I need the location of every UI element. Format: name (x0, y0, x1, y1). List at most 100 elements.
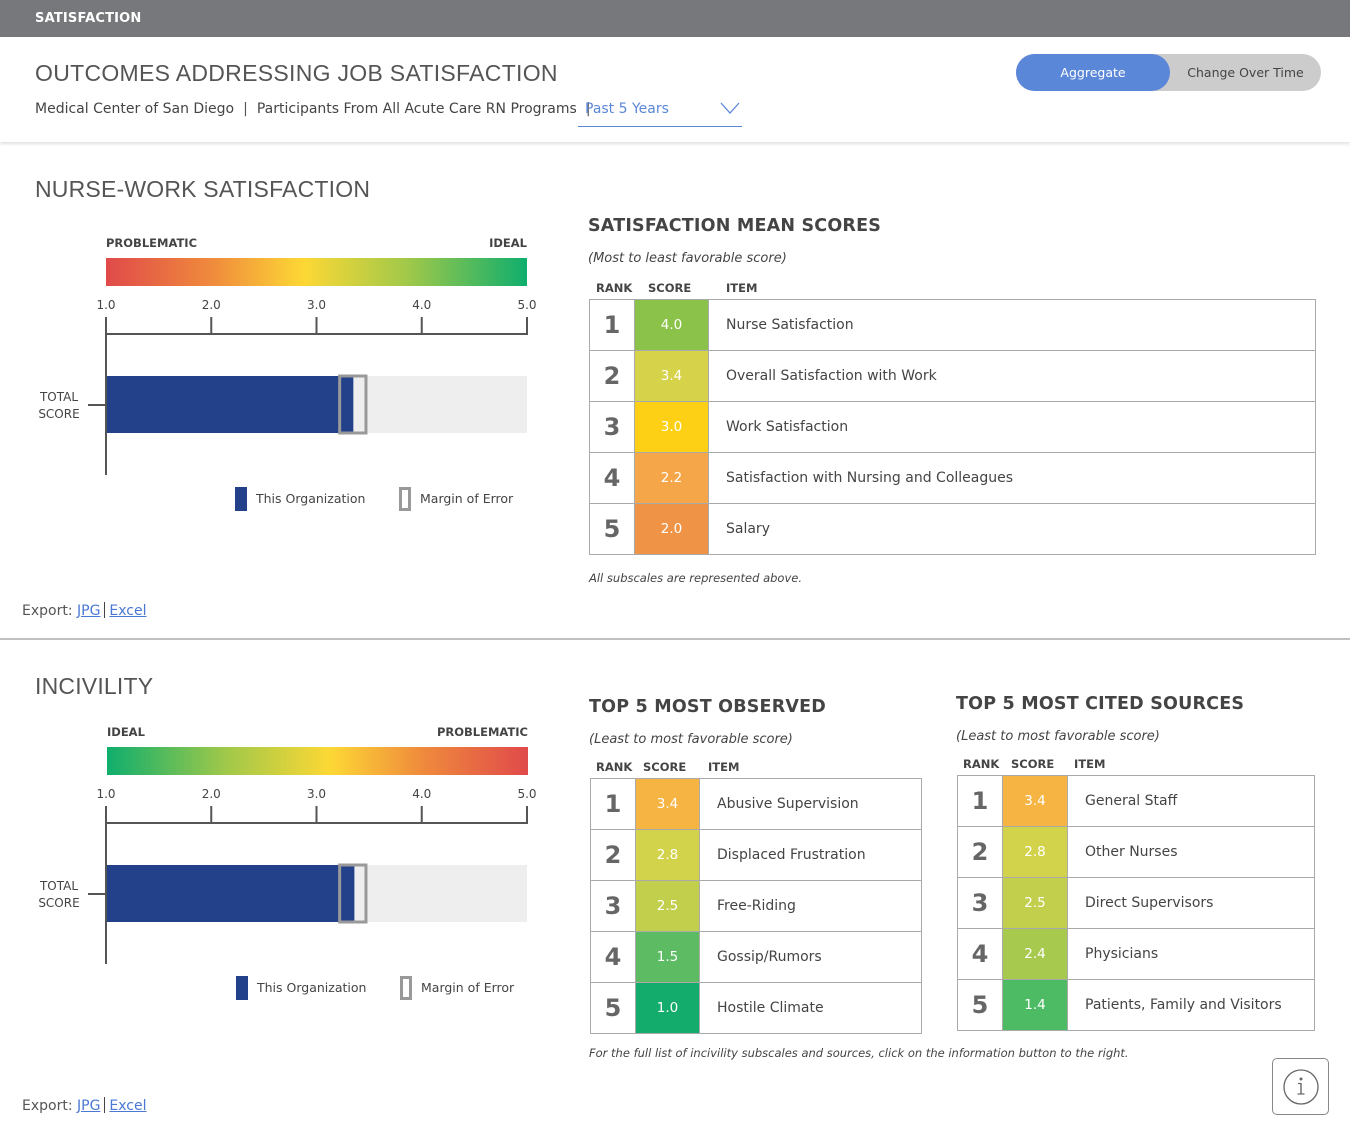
satisfaction-mean-scores-table: 1 4.0 Nurse Satisfaction 2 3.4 Overall Satisf… (589, 299, 1316, 555)
score-cell: 2.2 (635, 453, 709, 503)
filter-summary: Medical Center of San Diego | Participan… (35, 101, 600, 117)
table-row: 1 3.4 General Staff (958, 776, 1314, 827)
export-jpg-link[interactable]: JPG (77, 1098, 100, 1114)
table-row: 3 2.5 Free-Riding (591, 881, 921, 932)
x-tick-label: 1.0 (96, 298, 115, 312)
category-label: TOTAL SCORE (38, 879, 79, 910)
info-button[interactable] (1272, 1058, 1329, 1115)
scale-gradient (107, 747, 528, 775)
score-cell: 1.5 (636, 932, 700, 982)
item-cell: Nurse Satisfaction (726, 317, 854, 333)
table-row: 4 2.2 Satisfaction with Nursing and Collea… (590, 453, 1315, 504)
score-cell: 1.0 (636, 983, 700, 1033)
export-jpg-link[interactable]: JPG (77, 603, 100, 619)
item-cell: Salary (726, 521, 770, 537)
rank-cell: 4 (590, 453, 635, 503)
rank-cell: 2 (590, 351, 635, 401)
rank-cell: 5 (958, 980, 1003, 1030)
period-dropdown[interactable]: Past 5 Years (578, 95, 742, 127)
item-cell: Free-Riding (717, 898, 796, 914)
item-cell: Gossip/Rumors (717, 949, 822, 965)
table-subtitle: (Most to least favorable score) (588, 251, 787, 266)
rank-cell: 1 (958, 776, 1003, 826)
score-cell: 1.4 (1003, 980, 1068, 1030)
organization-name: Medical Center of San Diego (35, 101, 235, 117)
rank-cell: 3 (958, 878, 1003, 928)
table-row: 4 1.5 Gossip/Rumors (591, 932, 921, 983)
x-tick-label: 4.0 (412, 787, 431, 801)
scale-gradient (106, 258, 527, 286)
x-tick-label: 5.0 (517, 298, 536, 312)
category-label: TOTAL SCORE (38, 390, 79, 421)
table-title: TOP 5 MOST OBSERVED (589, 697, 826, 717)
table-row: 3 2.5 Direct Supervisors (958, 878, 1314, 929)
x-tick-label: 1.0 (96, 787, 115, 801)
score-cell: 2.0 (635, 504, 709, 554)
legend-label-margin-of-error: Margin of Error (420, 491, 514, 506)
organization-bar (107, 376, 354, 433)
table-subtitle: (Least to most favorable score) (956, 729, 1160, 744)
participants-filter: Participants From All Acute Care RN Prog… (256, 101, 577, 117)
rank-cell: 1 (591, 779, 636, 829)
rank-cell: 3 (591, 881, 636, 931)
item-cell: General Staff (1085, 793, 1178, 809)
rank-cell: 5 (590, 504, 635, 554)
item-cell: Displaced Frustration (717, 847, 866, 863)
table-row: 5 2.0 Salary (590, 504, 1315, 555)
view-toggle: Aggregate Change Over Time (1016, 54, 1321, 91)
table-row: 2 2.8 Displaced Frustration (591, 830, 921, 881)
separator (104, 1097, 106, 1113)
rank-cell: 4 (958, 929, 1003, 979)
export-links: Export: JPG Excel (22, 602, 147, 619)
x-tick-label: 2.0 (202, 787, 221, 801)
x-tick-label: 3.0 (307, 298, 326, 312)
table-row: 3 3.0 Work Satisfaction (590, 402, 1315, 453)
score-cell: 3.4 (636, 779, 700, 829)
header-rank: RANK (596, 281, 633, 295)
export-label: Export: (22, 1098, 73, 1114)
table-row: 1 4.0 Nurse Satisfaction (590, 300, 1315, 351)
legend-swatch-organization (236, 976, 248, 1000)
score-cell: 2.5 (1003, 878, 1068, 928)
item-cell: Hostile Climate (717, 1000, 824, 1016)
table-note: All subscales are represented above. (589, 571, 802, 585)
rank-cell: 3 (590, 402, 635, 452)
export-excel-link[interactable]: Excel (109, 1098, 146, 1114)
organization-bar (107, 865, 355, 922)
table-row: 2 2.8 Other Nurses (958, 827, 1314, 878)
header-rank: RANK (963, 757, 1000, 771)
toggle-aggregate[interactable]: Aggregate (1016, 54, 1170, 91)
top-bar: SATISFACTION (0, 0, 1350, 37)
item-cell: Satisfaction with Nursing and Colleagues (726, 470, 1014, 486)
score-cell: 2.8 (636, 830, 700, 880)
rank-cell: 2 (958, 827, 1003, 877)
page-title: OUTCOMES ADDRESSING JOB SATISFACTION (35, 60, 558, 86)
header-item: ITEM (708, 760, 740, 774)
section-nav-title: SATISFACTION (35, 11, 142, 26)
legend-swatch-organization (235, 487, 247, 511)
item-cell: Other Nurses (1085, 844, 1178, 860)
legend-label-organization: This Organization (257, 980, 367, 995)
rank-cell: 4 (591, 932, 636, 982)
export-label: Export: (22, 603, 73, 619)
toggle-change-over-time[interactable]: Change Over Time (1170, 54, 1321, 91)
section-divider (0, 638, 1350, 640)
scale-low-label: PROBLEMATIC (106, 236, 198, 250)
x-tick-label: 2.0 (202, 298, 221, 312)
export-excel-link[interactable]: Excel (109, 603, 146, 619)
score-cell: 2.5 (636, 881, 700, 931)
export-links: Export: JPG Excel (22, 1097, 147, 1114)
period-dropdown-value: Past 5 Years (585, 101, 669, 117)
chevron-down-icon (720, 102, 740, 114)
table-row: 5 1.4 Patients, Family and Visitors (958, 980, 1314, 1031)
header-rank: RANK (596, 760, 633, 774)
info-icon (1283, 1069, 1319, 1105)
legend-swatch-margin-of-error (400, 976, 412, 1000)
table-row: 5 1.0 Hostile Climate (591, 983, 921, 1034)
table-row: 4 2.4 Physicians (958, 929, 1314, 980)
score-cell: 3.4 (635, 351, 709, 401)
table-row: 1 3.4 Abusive Supervision (591, 779, 921, 830)
scale-high-label: PROBLEMATIC (436, 725, 528, 739)
score-cell: 2.8 (1003, 827, 1068, 877)
header-score: SCORE (648, 281, 692, 295)
